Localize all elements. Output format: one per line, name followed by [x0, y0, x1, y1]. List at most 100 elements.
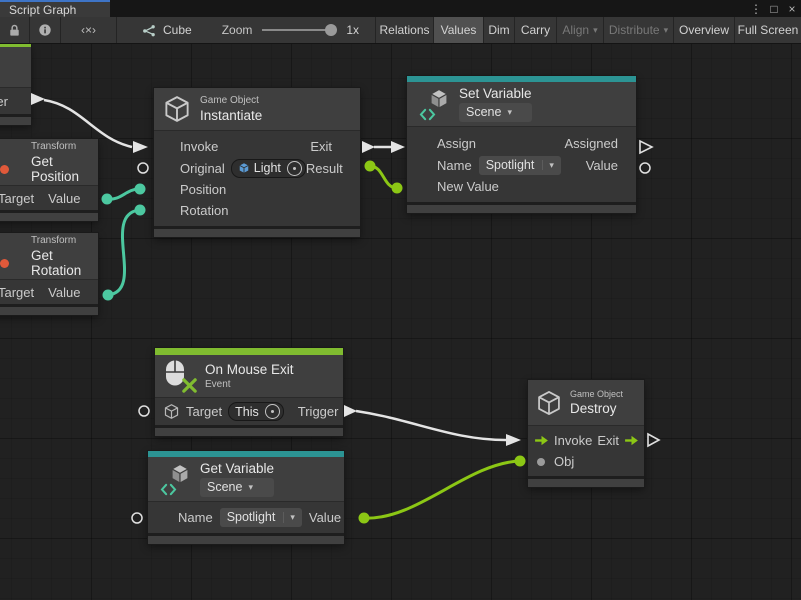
port-label-trigger: Trigger — [298, 404, 339, 419]
node-footer — [0, 210, 98, 221]
port-original-input[interactable] — [138, 163, 148, 173]
port-invoke-input[interactable] — [133, 141, 148, 153]
port-label-invoke: Invoke — [554, 433, 592, 448]
lock-icon[interactable] — [0, 17, 29, 43]
port-label-exit: Exit — [597, 433, 619, 448]
graph-icon — [141, 24, 156, 37]
port-label-value: Value — [309, 510, 341, 525]
port-getvariable-value[interactable] — [359, 513, 370, 524]
node-get-position[interactable]: Transform Get Position Target Value — [0, 139, 98, 221]
port-trigger-output[interactable] — [31, 93, 45, 105]
variable-name-dropdown[interactable]: Spotlight ▾ — [220, 508, 302, 527]
toolbar-middle-group: Cube Zoom 1x — [117, 17, 375, 43]
distribute-button[interactable]: Distribute ▾ — [604, 17, 673, 43]
full-screen-button[interactable]: Full Screen — [735, 17, 801, 43]
port-label-original: Original — [180, 161, 225, 176]
variable-scope-dropdown[interactable]: Scene ▾ — [200, 478, 274, 497]
port-label-assign: Assign — [437, 136, 476, 151]
port-mouseexit-target[interactable] — [139, 406, 149, 416]
node-title: Get Rotation — [31, 248, 98, 278]
dim-button[interactable]: Dim — [484, 17, 514, 43]
zoom-slider-knob[interactable] — [325, 24, 337, 36]
port-label-target: Target — [186, 404, 222, 419]
code-view-button[interactable]: ‹×› — [61, 17, 116, 43]
port-obj-input[interactable] — [515, 456, 526, 467]
transform-icon — [0, 165, 9, 174]
wire-trigger-destroy — [356, 411, 506, 440]
port-getposition-value[interactable] — [102, 194, 113, 205]
carry-button[interactable]: Carry — [515, 17, 556, 43]
variable-name-value: Spotlight — [486, 158, 535, 173]
port-getrotation-value[interactable] — [103, 290, 114, 301]
port-label-obj: Obj — [554, 454, 574, 469]
graph-canvas[interactable]: Trigger Transform Get Position Target Va… — [0, 44, 801, 600]
node-footer — [407, 202, 636, 213]
node-header — [0, 47, 31, 87]
more-menu-icon[interactable]: ⋮ — [747, 0, 765, 17]
node-get-variable[interactable]: Get Variable Scene ▾ Name Spotlight ▾ Va… — [148, 451, 344, 544]
transform-icon — [0, 259, 9, 268]
port-assigned-output[interactable] — [640, 141, 652, 153]
original-object-field[interactable]: Light — [231, 159, 306, 178]
variable-name-dropdown[interactable]: Spotlight ▾ — [479, 156, 561, 175]
distribute-label: Distribute — [609, 23, 660, 37]
port-rotation-input[interactable] — [135, 205, 146, 216]
port-assign-input[interactable] — [391, 141, 405, 153]
wire-result-newvalue — [370, 166, 397, 188]
zoom-value: 1x — [346, 23, 359, 37]
node-title: Get Position — [31, 154, 98, 184]
node-category: Transform — [31, 141, 98, 152]
object-field-value: This — [235, 405, 259, 419]
zoom-slider[interactable] — [262, 29, 334, 31]
scope-label: Scene — [466, 105, 501, 120]
port-destroy-invoke-input[interactable] — [506, 434, 521, 446]
mouse-event-icon — [164, 358, 198, 394]
port-result-output[interactable] — [365, 161, 376, 172]
info-icon[interactable] — [30, 17, 60, 43]
port-exit-output[interactable] — [362, 141, 375, 153]
node-title: Get Variable — [200, 461, 274, 476]
close-icon[interactable]: × — [783, 0, 801, 17]
node-category: Transform — [31, 235, 98, 246]
node-subtitle: Event — [205, 379, 294, 390]
target-object-field[interactable]: This — [228, 402, 284, 421]
object-picker-icon[interactable] — [265, 404, 280, 419]
port-label-name: Name — [178, 510, 213, 525]
object-field-value: Light — [254, 161, 281, 175]
object-picker-icon[interactable] — [287, 161, 302, 176]
port-destroy-exit-output[interactable] — [648, 434, 659, 446]
port-position-input[interactable] — [135, 184, 146, 195]
obj-port-dot — [537, 458, 545, 466]
maximize-icon[interactable]: □ — [765, 0, 783, 17]
port-label-target: Target — [0, 191, 34, 206]
zoom-label: Zoom — [222, 23, 253, 37]
port-label-exit: Exit — [310, 139, 332, 154]
port-label-value: Value — [48, 285, 80, 300]
port-trigger-output[interactable] — [344, 405, 357, 417]
game-object-icon — [162, 94, 192, 124]
node-instantiate[interactable]: Game Object Instantiate Invoke Exit Orig… — [154, 88, 360, 237]
tab-script-graph[interactable]: Script Graph — [0, 0, 110, 17]
node-on-mouse-exit[interactable]: On Mouse Exit Event Target This Trigger — [155, 348, 343, 436]
node-title: Instantiate — [200, 108, 262, 123]
node-footer — [0, 114, 31, 125]
port-newvalue-input[interactable] — [392, 183, 403, 194]
chevron-down-icon: ▾ — [283, 512, 295, 523]
node-destroy[interactable]: Game Object Destroy Invoke Exit — [528, 380, 644, 487]
tab-title: Script Graph — [9, 3, 76, 17]
variable-scope-dropdown[interactable]: Scene ▾ — [459, 103, 532, 122]
align-label: Align — [562, 23, 589, 37]
port-getvariable-name[interactable] — [132, 513, 142, 523]
align-button[interactable]: Align ▾ — [557, 17, 603, 43]
node-set-variable[interactable]: Set Variable Scene ▾ Assign Assigned Nam… — [407, 76, 636, 213]
values-button[interactable]: Values — [434, 17, 483, 43]
wire-position — [107, 189, 139, 199]
port-value-output[interactable] — [640, 163, 650, 173]
overview-button[interactable]: Overview — [674, 17, 734, 43]
port-label-name: Name — [437, 158, 472, 173]
node-get-rotation[interactable]: Transform Get Rotation Target Value — [0, 233, 98, 315]
graph-breadcrumb[interactable]: Cube — [163, 23, 192, 37]
game-object-icon — [535, 389, 563, 417]
relations-button[interactable]: Relations — [376, 17, 433, 43]
node-partial-event[interactable]: Trigger — [0, 44, 31, 125]
